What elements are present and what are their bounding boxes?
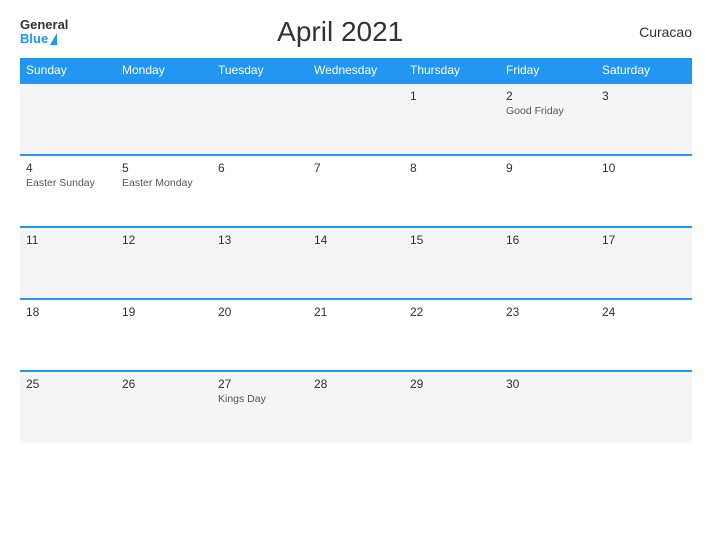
col-thursday: Thursday: [404, 58, 500, 83]
holiday-label: Good Friday: [506, 105, 590, 117]
day-number: 1: [410, 89, 494, 103]
calendar-header-row: Sunday Monday Tuesday Wednesday Thursday…: [20, 58, 692, 83]
col-sunday: Sunday: [20, 58, 116, 83]
calendar-cell: 10: [596, 155, 692, 227]
calendar-cell: 8: [404, 155, 500, 227]
day-number: 8: [410, 161, 494, 175]
day-number: 19: [122, 305, 206, 319]
calendar-title: April 2021: [68, 16, 612, 48]
calendar-cell: 9: [500, 155, 596, 227]
calendar-cell: 16: [500, 227, 596, 299]
calendar-cell: [596, 371, 692, 443]
holiday-label: Kings Day: [218, 393, 302, 405]
calendar-table: Sunday Monday Tuesday Wednesday Thursday…: [20, 58, 692, 443]
calendar-cell: [308, 83, 404, 155]
day-number: 30: [506, 377, 590, 391]
day-number: 9: [506, 161, 590, 175]
col-monday: Monday: [116, 58, 212, 83]
calendar-cell: 1: [404, 83, 500, 155]
day-number: 10: [602, 161, 686, 175]
calendar-cell: 24: [596, 299, 692, 371]
calendar-page: General Blue April 2021 Curacao Sunday M…: [0, 0, 712, 550]
calendar-cell: 6: [212, 155, 308, 227]
day-number: 23: [506, 305, 590, 319]
logo-general-text: General: [20, 18, 68, 32]
region-label: Curacao: [612, 24, 692, 40]
calendar-cell: 17: [596, 227, 692, 299]
calendar-cell: 23: [500, 299, 596, 371]
day-number: 26: [122, 377, 206, 391]
day-number: 29: [410, 377, 494, 391]
calendar-cell: 20: [212, 299, 308, 371]
day-number: 21: [314, 305, 398, 319]
holiday-label: Easter Monday: [122, 177, 206, 189]
day-number: 11: [26, 233, 110, 247]
day-number: 28: [314, 377, 398, 391]
calendar-week-0: 12 Good Friday 3: [20, 83, 692, 155]
col-wednesday: Wednesday: [308, 58, 404, 83]
holiday-label: Easter Sunday: [26, 177, 110, 189]
calendar-cell: 21: [308, 299, 404, 371]
day-number: 12: [122, 233, 206, 247]
calendar-cell: 13: [212, 227, 308, 299]
calendar-cell: 7: [308, 155, 404, 227]
calendar-body: 12 Good Friday 3 4 Easter Sunday 5 Easter Mond…: [20, 83, 692, 443]
day-number: 27: [218, 377, 302, 391]
calendar-cell: 4 Easter Sunday: [20, 155, 116, 227]
day-number: 7: [314, 161, 398, 175]
calendar-cell: 11: [20, 227, 116, 299]
day-number: 2: [506, 89, 590, 103]
calendar-cell: 26: [116, 371, 212, 443]
day-number: 22: [410, 305, 494, 319]
calendar-cell: 3: [596, 83, 692, 155]
col-saturday: Saturday: [596, 58, 692, 83]
day-number: 6: [218, 161, 302, 175]
calendar-cell: 5 Easter Monday: [116, 155, 212, 227]
logo-triangle-icon: [50, 33, 57, 45]
day-number: 24: [602, 305, 686, 319]
calendar-cell: 2 Good Friday: [500, 83, 596, 155]
day-number: 14: [314, 233, 398, 247]
calendar-cell: 14: [308, 227, 404, 299]
calendar-cell: [20, 83, 116, 155]
day-number: 15: [410, 233, 494, 247]
day-number: 16: [506, 233, 590, 247]
calendar-week-2: 11 12 13 14 15 16 17: [20, 227, 692, 299]
calendar-cell: 30: [500, 371, 596, 443]
calendar-cell: 19: [116, 299, 212, 371]
day-number: 25: [26, 377, 110, 391]
calendar-cell: 29: [404, 371, 500, 443]
calendar-cell: [212, 83, 308, 155]
calendar-week-3: 18 19 20 21 22 23 24: [20, 299, 692, 371]
day-number: 17: [602, 233, 686, 247]
calendar-week-1: 4 Easter Sunday 5 Easter Monday 6789 10: [20, 155, 692, 227]
calendar-cell: [116, 83, 212, 155]
day-number: 13: [218, 233, 302, 247]
calendar-header: General Blue April 2021 Curacao: [20, 16, 692, 48]
calendar-cell: 18: [20, 299, 116, 371]
calendar-cell: 12: [116, 227, 212, 299]
calendar-cell: 28: [308, 371, 404, 443]
calendar-cell: 15: [404, 227, 500, 299]
logo: General Blue: [20, 18, 68, 47]
day-number: 20: [218, 305, 302, 319]
day-number: 4: [26, 161, 110, 175]
day-number: 3: [602, 89, 686, 103]
calendar-cell: 27 Kings Day: [212, 371, 308, 443]
calendar-week-4: 25 26 27 Kings Day 28 29 30: [20, 371, 692, 443]
calendar-cell: 25: [20, 371, 116, 443]
day-number: 18: [26, 305, 110, 319]
col-tuesday: Tuesday: [212, 58, 308, 83]
calendar-cell: 22: [404, 299, 500, 371]
logo-blue-text: Blue: [20, 32, 48, 46]
col-friday: Friday: [500, 58, 596, 83]
day-number: 5: [122, 161, 206, 175]
